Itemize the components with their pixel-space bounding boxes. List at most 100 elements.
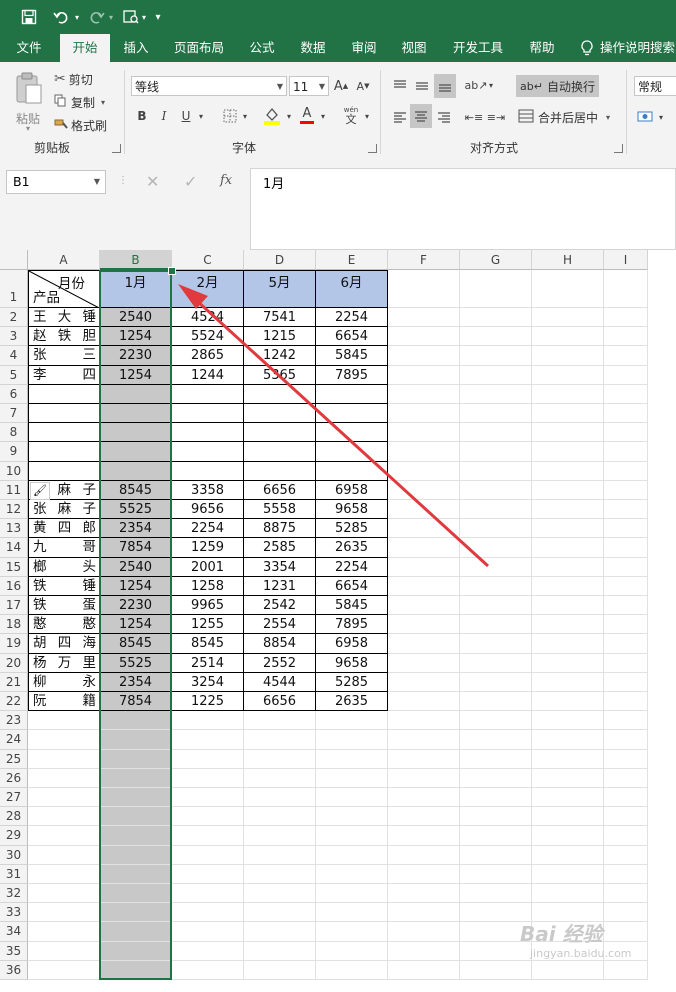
increase-indent-icon[interactable]: ≡⇥: [486, 106, 506, 128]
cell[interactable]: [316, 807, 388, 827]
cell[interactable]: [28, 807, 100, 827]
value-cell[interactable]: 5845: [316, 346, 388, 366]
cell[interactable]: [532, 557, 604, 577]
row-header[interactable]: 3: [0, 327, 28, 347]
month-header-cell[interactable]: 5月: [244, 270, 316, 308]
value-cell[interactable]: 3254: [172, 672, 244, 692]
cell[interactable]: [460, 711, 532, 731]
product-name-cell[interactable]: [28, 423, 100, 443]
product-name-cell[interactable]: 王大锤: [28, 308, 100, 328]
font-dialog-launcher[interactable]: [368, 144, 377, 153]
cell[interactable]: [172, 807, 244, 827]
bold-button[interactable]: B: [134, 106, 150, 126]
cell[interactable]: [460, 557, 532, 577]
cell[interactable]: [460, 365, 532, 385]
cell[interactable]: [604, 634, 648, 654]
cell[interactable]: [604, 653, 648, 673]
cell[interactable]: [172, 960, 244, 980]
cell[interactable]: [460, 653, 532, 673]
cell[interactable]: [28, 768, 100, 788]
cell[interactable]: [532, 730, 604, 750]
row-header[interactable]: 36: [0, 960, 28, 980]
cell[interactable]: [172, 711, 244, 731]
value-cell[interactable]: 1254: [100, 615, 172, 635]
cell[interactable]: [388, 423, 460, 443]
value-cell[interactable]: 1258: [172, 576, 244, 596]
cell[interactable]: [460, 672, 532, 692]
value-cell[interactable]: 2552: [244, 653, 316, 673]
cell[interactable]: [100, 903, 172, 923]
cell[interactable]: [604, 864, 648, 884]
tab-review[interactable]: 审阅: [342, 34, 386, 62]
value-cell[interactable]: 5525: [100, 500, 172, 520]
value-cell[interactable]: [316, 461, 388, 481]
value-cell[interactable]: 2354: [100, 672, 172, 692]
chevron-down-icon[interactable]: ▾: [362, 106, 372, 126]
value-cell[interactable]: 7895: [316, 365, 388, 385]
align-top-icon[interactable]: [390, 74, 410, 96]
value-cell[interactable]: 2354: [100, 519, 172, 539]
value-cell[interactable]: 3358: [172, 480, 244, 500]
value-cell[interactable]: 9658: [316, 500, 388, 520]
value-cell[interactable]: 2254: [316, 308, 388, 328]
product-name-cell[interactable]: 赵铁胆: [28, 327, 100, 347]
row-header[interactable]: 7: [0, 404, 28, 424]
cell[interactable]: [172, 903, 244, 923]
cell[interactable]: [604, 749, 648, 769]
worksheet-grid[interactable]: A B C D E F G H I 1 2 3 4 5 6 7 8 9 10 11 12 13 14 15 16 17 18 19 20…: [0, 250, 676, 992]
cell[interactable]: [28, 922, 100, 942]
row-header[interactable]: 4: [0, 346, 28, 366]
row-header[interactable]: 17: [0, 596, 28, 616]
cell[interactable]: [604, 423, 648, 443]
cell[interactable]: [316, 960, 388, 980]
cell[interactable]: [460, 384, 532, 404]
value-cell[interactable]: 6656: [244, 692, 316, 712]
value-cell[interactable]: 1254: [100, 365, 172, 385]
cell[interactable]: [604, 884, 648, 904]
cell[interactable]: [388, 538, 460, 558]
cell[interactable]: [244, 884, 316, 904]
cell[interactable]: [532, 308, 604, 328]
enter-icon[interactable]: ✓: [184, 172, 197, 191]
row-header[interactable]: 19: [0, 634, 28, 654]
cell[interactable]: [460, 634, 532, 654]
value-cell[interactable]: 2865: [172, 346, 244, 366]
align-right-icon[interactable]: [434, 106, 454, 128]
value-cell[interactable]: 2514: [172, 653, 244, 673]
value-cell[interactable]: 2230: [100, 596, 172, 616]
cell[interactable]: [532, 384, 604, 404]
value-cell[interactable]: [100, 404, 172, 424]
row-header[interactable]: 23: [0, 711, 28, 731]
cell[interactable]: [100, 864, 172, 884]
tab-view[interactable]: 视图: [392, 34, 436, 62]
cell[interactable]: [532, 500, 604, 520]
number-format-select[interactable]: 常规: [634, 76, 676, 96]
cell[interactable]: [388, 404, 460, 424]
cell[interactable]: [388, 864, 460, 884]
product-name-cell[interactable]: 李四: [28, 365, 100, 385]
formula-input[interactable]: 1月: [250, 168, 676, 250]
cell[interactable]: [604, 384, 648, 404]
cell[interactable]: [532, 768, 604, 788]
value-cell[interactable]: [100, 423, 172, 443]
column-header-i[interactable]: I: [604, 250, 648, 270]
value-cell[interactable]: 5285: [316, 672, 388, 692]
cell[interactable]: [460, 768, 532, 788]
cell[interactable]: [316, 788, 388, 808]
cell[interactable]: [532, 480, 604, 500]
row-header[interactable]: 18: [0, 615, 28, 635]
value-cell[interactable]: 1254: [100, 576, 172, 596]
value-cell[interactable]: 2635: [316, 538, 388, 558]
cell[interactable]: [460, 538, 532, 558]
decrease-indent-icon[interactable]: ⇤≡: [464, 106, 484, 128]
cell[interactable]: [28, 730, 100, 750]
cell[interactable]: [532, 672, 604, 692]
column-header-h[interactable]: H: [532, 250, 604, 270]
value-cell[interactable]: 2254: [172, 519, 244, 539]
cell[interactable]: [100, 730, 172, 750]
cell[interactable]: [172, 845, 244, 865]
cell[interactable]: [388, 711, 460, 731]
cell[interactable]: [604, 308, 648, 328]
undo-dropdown-icon[interactable]: ▾: [72, 0, 82, 34]
cell[interactable]: [604, 807, 648, 827]
